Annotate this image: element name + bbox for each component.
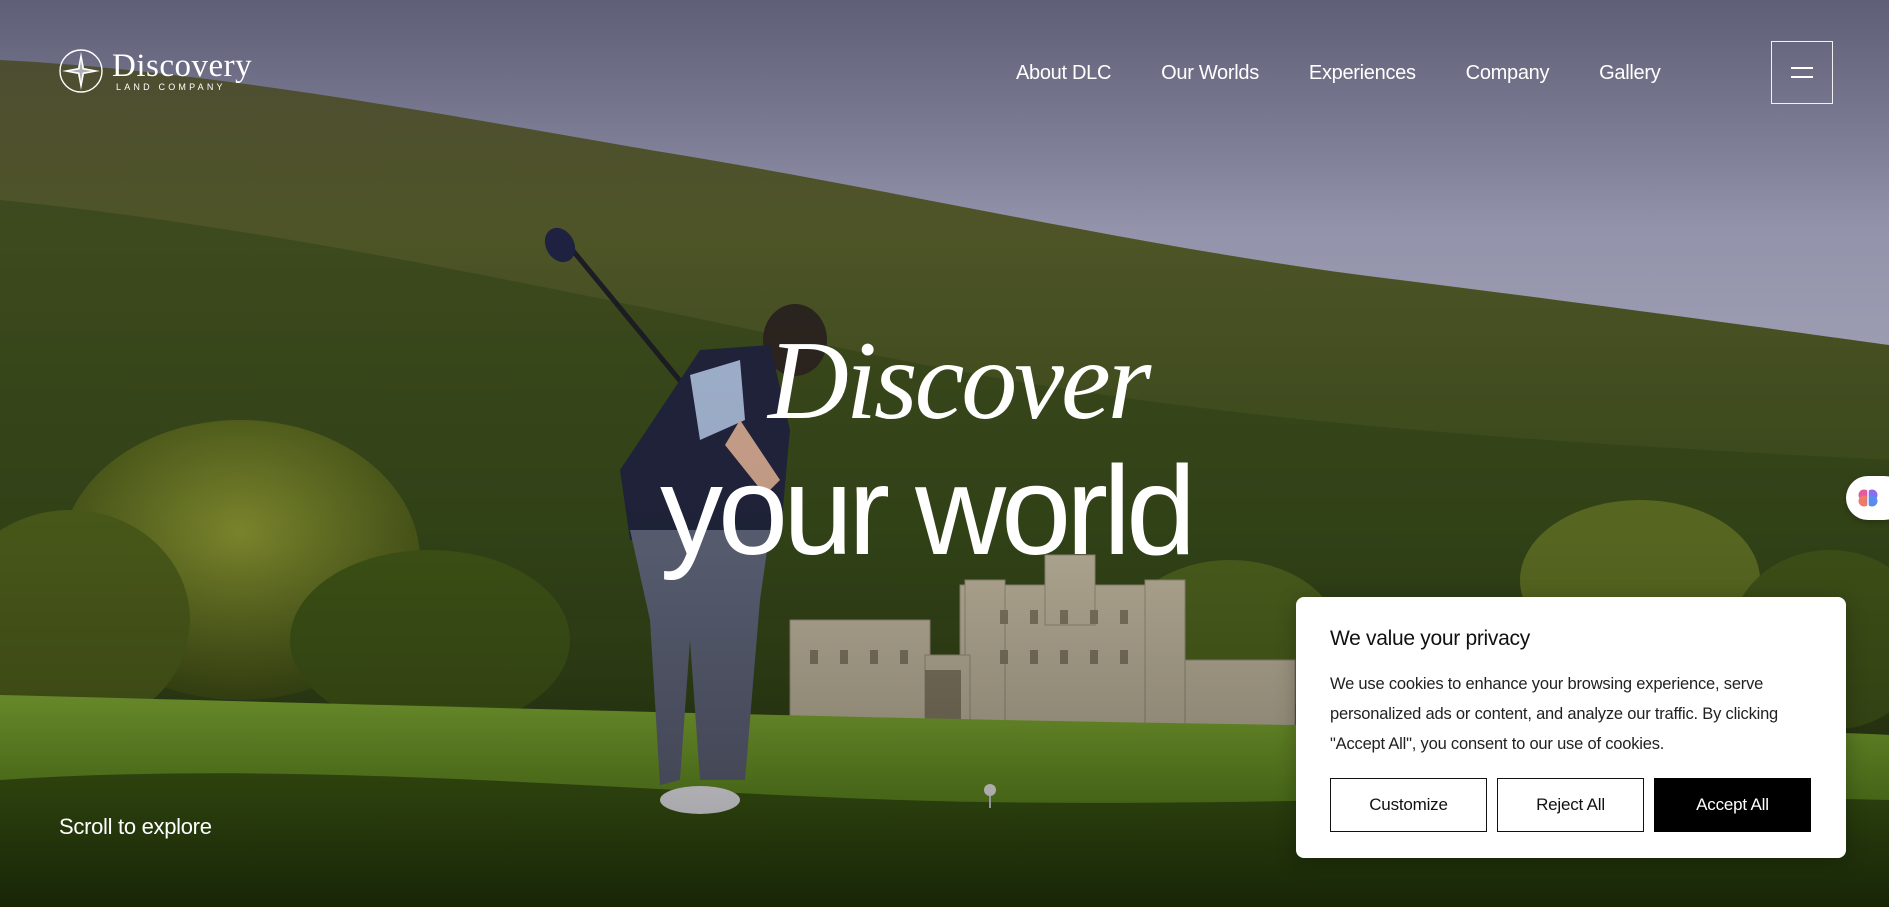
hamburger-menu-button[interactable] — [1771, 41, 1833, 104]
brand-name: Discovery — [112, 47, 253, 84]
hero-title-line-2: your world — [660, 440, 1196, 581]
assistant-widget-button[interactable] — [1846, 476, 1889, 520]
cookie-banner-actions: Customize Reject All Accept All — [1330, 778, 1811, 832]
hamburger-menu-icon — [1791, 67, 1813, 69]
hamburger-menu-icon-line — [1791, 76, 1813, 78]
scroll-to-explore[interactable]: Scroll to explore — [59, 814, 212, 840]
nav-item-company[interactable]: Company — [1466, 62, 1550, 85]
brand-subtitle: LAND COMPANY — [116, 81, 226, 92]
cookie-consent-banner: We value your privacy We use cookies to … — [1296, 597, 1846, 858]
nav-item-our-worlds[interactable]: Our Worlds — [1161, 62, 1259, 85]
reject-all-button[interactable]: Reject All — [1497, 778, 1644, 832]
cookie-banner-title: We value your privacy — [1330, 627, 1530, 650]
brand-logo[interactable]: Discovery LAND COMPANY — [58, 48, 252, 94]
customize-button[interactable]: Customize — [1330, 778, 1487, 832]
brain-icon — [1858, 489, 1878, 507]
nav-item-gallery[interactable]: Gallery — [1599, 62, 1661, 85]
nav-item-about-dlc[interactable]: About DLC — [1016, 62, 1111, 85]
nav-item-experiences[interactable]: Experiences — [1309, 62, 1416, 85]
main-nav: About DLC Our Worlds Experiences Company… — [1016, 62, 1661, 85]
cookie-banner-body: We use cookies to enhance your browsing … — [1330, 675, 1779, 753]
hero-title-line-1: Discover — [768, 319, 1151, 443]
compass-star-icon — [59, 49, 103, 93]
accept-all-button[interactable]: Accept All — [1654, 778, 1811, 832]
